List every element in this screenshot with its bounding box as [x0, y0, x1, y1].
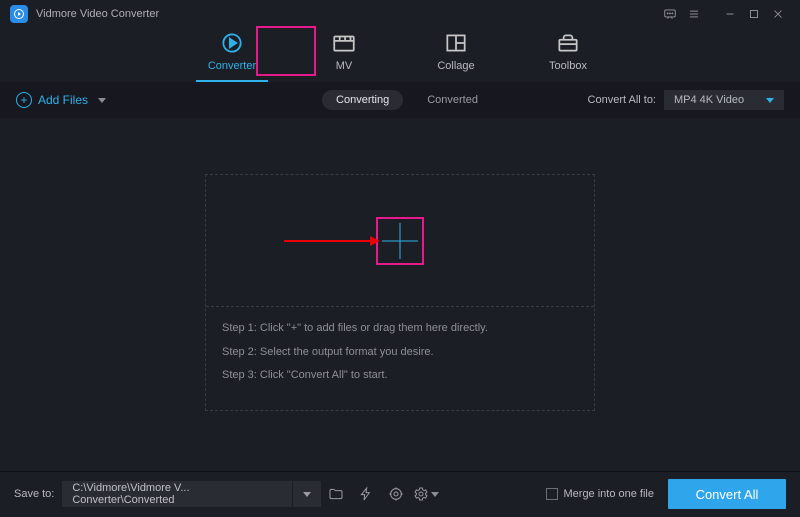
save-path-dropdown[interactable] [293, 481, 321, 507]
hardware-accel-button[interactable] [351, 481, 381, 507]
step-text: Step 3: Click "Convert All" to start. [222, 368, 578, 383]
merge-label: Merge into one file [564, 488, 655, 500]
add-files-plus-icon[interactable] [382, 223, 418, 259]
plus-circle-icon: + [16, 92, 32, 108]
app-title: Vidmore Video Converter [36, 8, 159, 20]
format-value: MP4 4K Video [674, 94, 744, 106]
save-to-label: Save to: [14, 488, 54, 500]
title-bar: Vidmore Video Converter [0, 0, 800, 28]
checkbox-icon [546, 488, 558, 500]
tab-collage[interactable]: Collage [424, 32, 488, 72]
save-path-value: C:\Vidmore\Vidmore V... Converter\Conver… [72, 482, 282, 506]
step-text: Step 1: Click "+" to add files or drag t… [222, 321, 578, 336]
main-area: Step 1: Click "+" to add files or drag t… [0, 118, 800, 467]
task-schedule-button[interactable] [381, 481, 411, 507]
add-files-button[interactable]: + Add Files [16, 92, 106, 108]
tab-label: Toolbox [549, 60, 587, 72]
tab-mv[interactable]: MV [312, 32, 376, 72]
mv-icon [331, 32, 357, 54]
tab-converter[interactable]: Converter [200, 32, 264, 72]
converter-icon [219, 32, 245, 54]
convert-all-to-label: Convert All to: [588, 94, 656, 106]
main-tabs: Converter MV Collage Toolbox [0, 28, 800, 82]
drop-zone[interactable]: Step 1: Click "+" to add files or drag t… [205, 174, 595, 410]
annotation-highlight [256, 26, 316, 76]
toolbox-icon [555, 32, 581, 54]
merge-checkbox[interactable]: Merge into one file [546, 488, 655, 500]
collage-icon [443, 32, 469, 54]
step-text: Step 2: Select the output format you des… [222, 345, 578, 360]
tab-label: Converter [208, 60, 256, 72]
add-files-label: Add Files [38, 93, 88, 107]
tab-toolbox[interactable]: Toolbox [536, 32, 600, 72]
drop-zone-top[interactable] [206, 175, 594, 307]
tab-label: Collage [437, 60, 474, 72]
minimize-button[interactable] [718, 4, 742, 24]
maximize-button[interactable] [742, 4, 766, 24]
chevron-down-icon [431, 492, 439, 497]
subtab-converted[interactable]: Converted [427, 94, 478, 106]
feedback-icon[interactable] [658, 4, 682, 24]
annotation-arrow [284, 236, 380, 246]
chevron-down-icon[interactable] [98, 98, 106, 103]
footer-bar: Save to: C:\Vidmore\Vidmore V... Convert… [0, 471, 800, 517]
chevron-down-icon [303, 492, 311, 497]
convert-all-button[interactable]: Convert All [668, 479, 786, 509]
drop-zone-steps: Step 1: Click "+" to add files or drag t… [206, 307, 594, 409]
chevron-down-icon [766, 98, 774, 103]
annotation-highlight [376, 217, 424, 265]
subtab-converting[interactable]: Converting [322, 90, 403, 110]
app-logo-icon [10, 5, 28, 23]
action-bar: + Add Files Converting Converted Convert… [0, 82, 800, 118]
settings-button[interactable] [411, 481, 441, 507]
menu-icon[interactable] [682, 4, 706, 24]
open-folder-button[interactable] [321, 481, 351, 507]
output-format-select[interactable]: MP4 4K Video [664, 90, 784, 110]
save-path-select[interactable]: C:\Vidmore\Vidmore V... Converter\Conver… [62, 481, 292, 507]
close-button[interactable] [766, 4, 790, 24]
tab-label: MV [336, 60, 353, 72]
